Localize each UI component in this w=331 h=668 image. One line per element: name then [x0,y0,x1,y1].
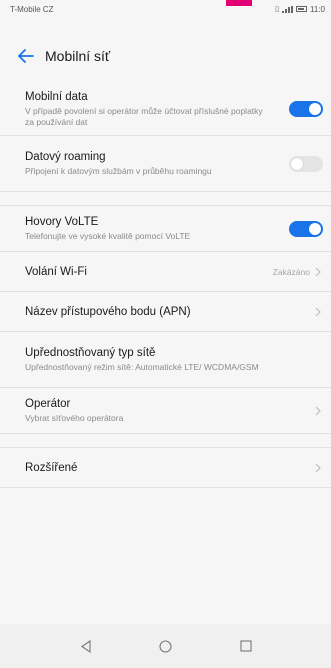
triangle-back-icon [80,639,91,653]
chevron-right-icon [315,463,321,472]
app-bar: Mobilní síť [0,36,331,76]
mobile-data-toggle[interactable] [289,100,323,117]
setting-subtitle: Vybrat síťového operátora [25,413,124,423]
setting-title: Datový roaming [25,151,106,163]
setting-title: Rozšířené [25,461,78,474]
volte-toggle[interactable] [289,220,323,237]
section-divider [0,434,331,448]
setting-title: Název přístupového bodu (APN) [25,305,191,318]
navigation-bar [0,624,331,668]
battery-icon [296,6,308,12]
setting-advanced[interactable]: Rozšířené [0,448,331,488]
setting-apn[interactable]: Název přístupového bodu (APN) [0,292,331,332]
setting-title: Volání Wi-Fi [25,265,87,278]
setting-subtitle: Telefonujte ve vysoké kvalitě pomocí VoL… [25,231,191,241]
setting-subtitle: V případě povolení si operátor může účto… [25,105,263,127]
setting-title: Operátor [25,398,71,410]
square-recents-icon [239,640,252,652]
setting-subtitle: Připojení k datovým službám v průběhu ro… [25,166,212,176]
nfc-icon: ▯ [275,6,280,13]
setting-operator[interactable]: Operátor Vybrat síťového operátora [0,388,331,434]
setting-title: Upřednostňovaný typ sítě [25,347,156,359]
status-bar: T-Mobile CZ ▯ 11:0 [0,0,331,18]
setting-wifi-calling[interactable]: Volání Wi-Fi Zakázáno [0,252,331,292]
status-icons: ▯ 11:0 [275,5,325,14]
page-title: Mobilní síť [45,48,111,64]
circle-home-icon [159,639,172,653]
setting-volte[interactable]: Hovory VoLTE Telefonujte ve vysoké kvali… [0,206,331,252]
nav-home-button[interactable] [156,636,176,656]
back-button[interactable] [9,39,43,73]
nav-back-button[interactable] [76,636,96,656]
chevron-right-icon [315,307,321,316]
signal-icon [282,5,294,13]
settings-list: Mobilní data V případě povolení si operá… [0,82,331,488]
section-divider [0,192,331,206]
setting-subtitle: Upřednostňovaný režim sítě: Automatické … [25,362,259,372]
setting-title: Mobilní data [25,90,88,103]
setting-data-roaming[interactable]: Datový roaming Připojení k datovým služb… [0,136,331,192]
setting-mobile-data[interactable]: Mobilní data V případě povolení si operá… [0,82,331,136]
setting-title: Hovory VoLTE [25,216,99,228]
arrow-left-icon [18,49,34,63]
carrier-label: T-Mobile CZ [10,4,54,14]
data-roaming-toggle[interactable] [289,155,323,172]
chevron-right-icon [315,267,321,276]
nav-recents-button[interactable] [236,636,256,656]
chevron-right-icon [315,406,321,415]
setting-network-type[interactable]: Upřednostňovaný typ sítě Upřednostňovaný… [0,332,331,388]
clock: 11:0 [310,4,325,14]
wifi-calling-value: Zakázáno [272,266,310,277]
